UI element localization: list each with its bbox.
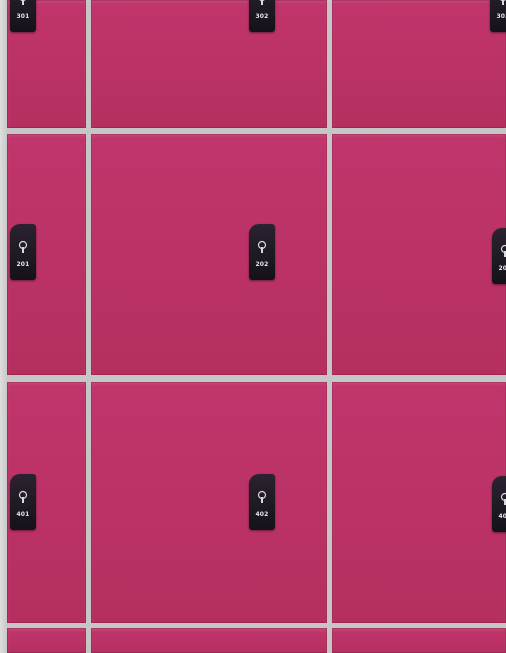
lock-handle: 203 [492,228,506,284]
locker-door: 201 [7,134,86,375]
keyhole-icon [20,0,26,5]
lock-handle: 302 [249,0,275,32]
lock-handle: 202 [249,224,275,280]
keyhole-icon [500,244,506,257]
locker-door: 301 [7,0,86,128]
lock-handle: 201 [10,224,36,280]
lock-handle: 402 [249,474,275,530]
keyhole-icon [18,490,28,503]
locker-door [7,628,86,653]
keyhole-icon [500,0,506,5]
locker-door: 303 [332,0,506,128]
locker-door [332,628,506,653]
keyhole-icon [257,240,267,253]
locker-number: 402 [255,511,269,518]
locker-door: 403 [332,382,506,623]
keyhole-icon [500,492,506,505]
locker-number: 303 [496,13,506,20]
locker-number: 301 [16,13,30,20]
lock-handle: 303 [490,0,506,32]
locker-number: 202 [255,261,269,268]
keyhole-icon [259,0,265,5]
locker-door: 203 [332,134,506,375]
keyhole-icon [257,490,267,503]
locker-door: 302 [91,0,327,128]
locker-number: 403 [498,513,506,520]
locker-door: 401 [7,382,86,623]
locker-door: 402 [91,382,327,623]
locker-number: 203 [498,265,506,272]
lock-handle: 301 [10,0,36,32]
locker-number: 201 [16,261,30,268]
locker-photo: 301 302 303 201 202 203 [0,0,506,653]
locker-door: 202 [91,134,327,375]
locker-number: 401 [16,511,30,518]
locker-number: 302 [255,13,269,20]
lock-handle: 401 [10,474,36,530]
wall-strip [0,0,7,653]
keyhole-icon [18,240,28,253]
lock-handle: 403 [492,476,506,532]
locker-door [91,628,327,653]
